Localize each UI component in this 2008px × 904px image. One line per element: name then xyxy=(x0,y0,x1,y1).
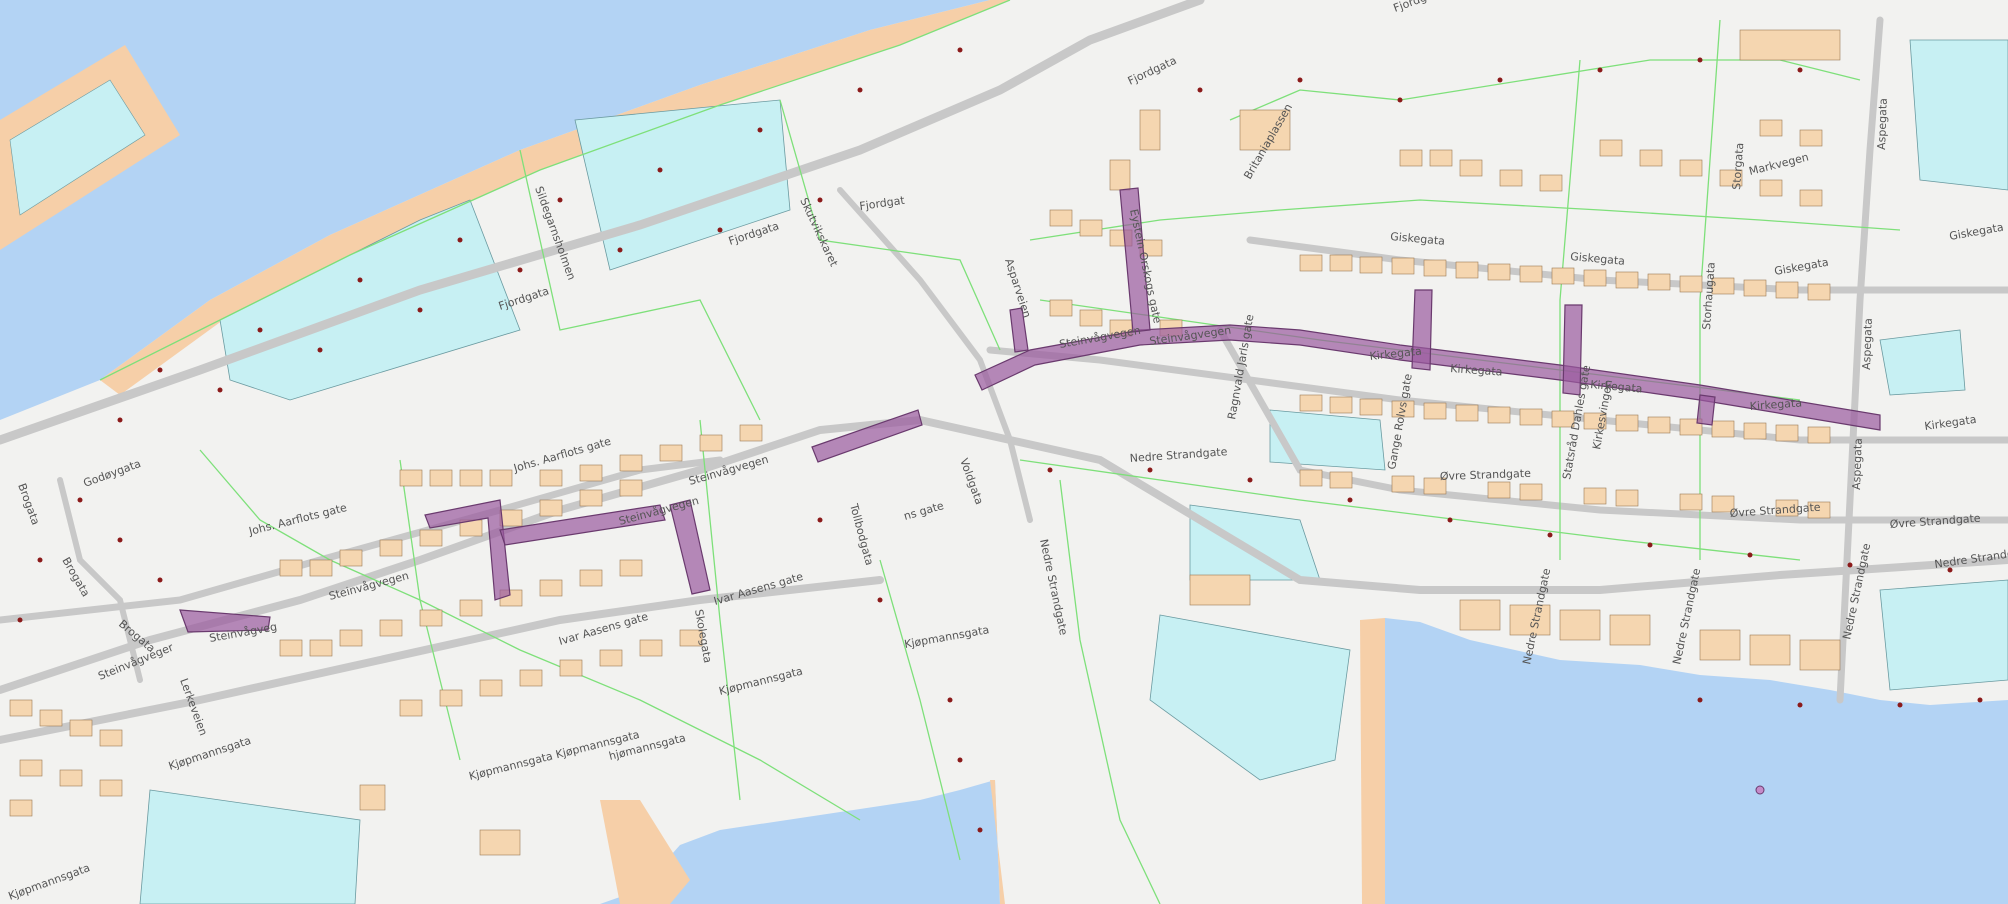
label-aspegata-1: Aspegata xyxy=(1875,98,1890,150)
label-aspegata-2: Aspegata xyxy=(1860,318,1875,370)
quay-bottom-right xyxy=(1360,618,1385,904)
label-aspegata-3: Aspegata xyxy=(1850,438,1865,490)
church-building xyxy=(1879,329,1966,396)
mid-building xyxy=(1269,409,1386,471)
map-canvas[interactable]: Fjordgata Fjordgata Fjordgat Fjordgata F… xyxy=(0,0,2008,904)
shore-building-right xyxy=(1879,579,2008,691)
castle-building xyxy=(1909,39,2008,191)
